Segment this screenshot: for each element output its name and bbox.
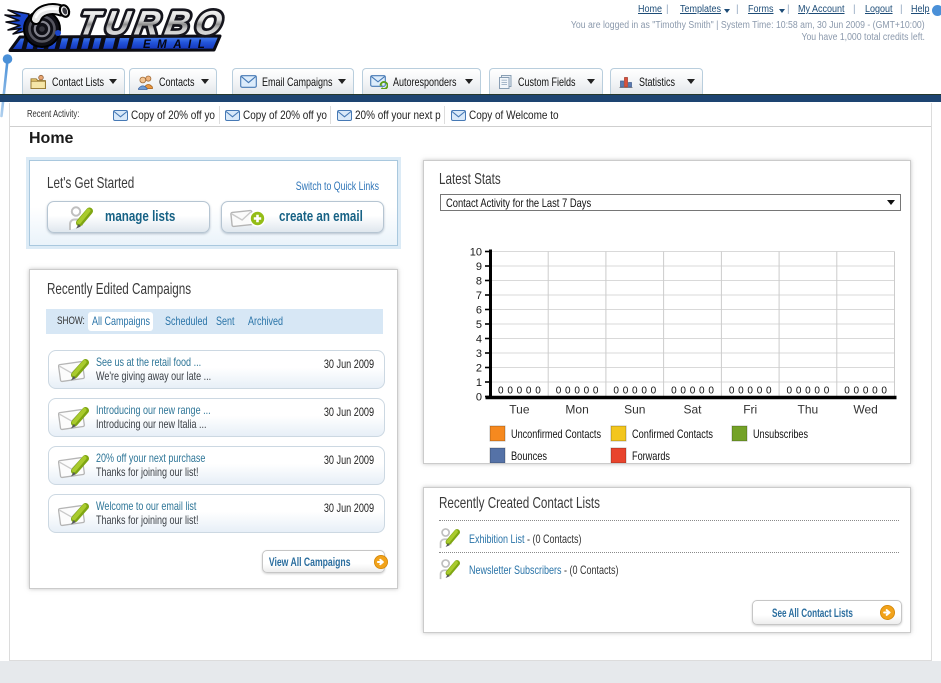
svg-text:Forwards: Forwards bbox=[632, 449, 670, 463]
svg-text:8: 8 bbox=[476, 276, 482, 288]
svg-text:Thu: Thu bbox=[798, 403, 819, 417]
svg-text:0: 0 bbox=[632, 386, 638, 397]
svg-text:Confirmed Contacts: Confirmed Contacts bbox=[632, 427, 713, 441]
svg-text:0: 0 bbox=[805, 386, 811, 397]
svg-text:Mon: Mon bbox=[565, 403, 588, 417]
svg-text:0: 0 bbox=[517, 386, 523, 397]
svg-text:Wed: Wed bbox=[853, 403, 877, 417]
svg-text:0: 0 bbox=[872, 386, 878, 397]
svg-text:0: 0 bbox=[747, 386, 753, 397]
svg-text:5: 5 bbox=[476, 319, 482, 331]
svg-text:0: 0 bbox=[738, 386, 744, 397]
svg-text:0: 0 bbox=[824, 386, 830, 397]
svg-text:0: 0 bbox=[498, 386, 504, 397]
svg-text:0: 0 bbox=[574, 386, 580, 397]
svg-text:0: 0 bbox=[641, 386, 647, 397]
svg-text:Bounces: Bounces bbox=[511, 449, 547, 463]
svg-text:0: 0 bbox=[584, 386, 590, 397]
svg-text:Unconfirmed Contacts: Unconfirmed Contacts bbox=[511, 427, 601, 441]
svg-text:0: 0 bbox=[526, 386, 532, 397]
svg-text:3: 3 bbox=[476, 348, 482, 360]
svg-text:Sun: Sun bbox=[624, 403, 645, 417]
svg-text:0: 0 bbox=[881, 386, 887, 397]
svg-text:0: 0 bbox=[565, 386, 571, 397]
svg-text:0: 0 bbox=[593, 386, 599, 397]
svg-text:0: 0 bbox=[844, 386, 850, 397]
svg-text:0: 0 bbox=[757, 386, 763, 397]
svg-text:0: 0 bbox=[708, 386, 714, 397]
svg-text:6: 6 bbox=[476, 305, 482, 317]
svg-text:0: 0 bbox=[690, 386, 696, 397]
svg-text:0: 0 bbox=[863, 386, 869, 397]
svg-text:0: 0 bbox=[507, 386, 513, 397]
svg-text:0: 0 bbox=[699, 386, 705, 397]
svg-text:0: 0 bbox=[854, 386, 860, 397]
svg-text:0: 0 bbox=[535, 386, 541, 397]
svg-text:Fri: Fri bbox=[743, 403, 757, 417]
svg-text:1: 1 bbox=[476, 377, 482, 389]
svg-text:0: 0 bbox=[787, 386, 793, 397]
svg-text:0: 0 bbox=[766, 386, 772, 397]
svg-text:Sat: Sat bbox=[683, 403, 702, 417]
svg-text:0: 0 bbox=[556, 386, 562, 397]
svg-text:0: 0 bbox=[680, 386, 686, 397]
svg-text:0: 0 bbox=[671, 386, 677, 397]
svg-text:2: 2 bbox=[476, 363, 482, 375]
svg-text:9: 9 bbox=[476, 261, 482, 273]
svg-text:0: 0 bbox=[814, 386, 820, 397]
svg-text:7: 7 bbox=[476, 290, 482, 302]
svg-text:0: 0 bbox=[623, 386, 629, 397]
svg-text:10: 10 bbox=[470, 247, 482, 259]
svg-text:Unsubscribes: Unsubscribes bbox=[753, 427, 808, 441]
svg-text:0: 0 bbox=[651, 386, 657, 397]
svg-text:0: 0 bbox=[729, 386, 735, 397]
svg-text:Tue: Tue bbox=[509, 403, 530, 417]
svg-text:0: 0 bbox=[613, 386, 619, 397]
svg-text:0: 0 bbox=[476, 392, 482, 404]
svg-text:0: 0 bbox=[796, 386, 802, 397]
svg-text:TURBO: TURBO bbox=[76, 5, 227, 43]
svg-text:4: 4 bbox=[476, 334, 482, 346]
